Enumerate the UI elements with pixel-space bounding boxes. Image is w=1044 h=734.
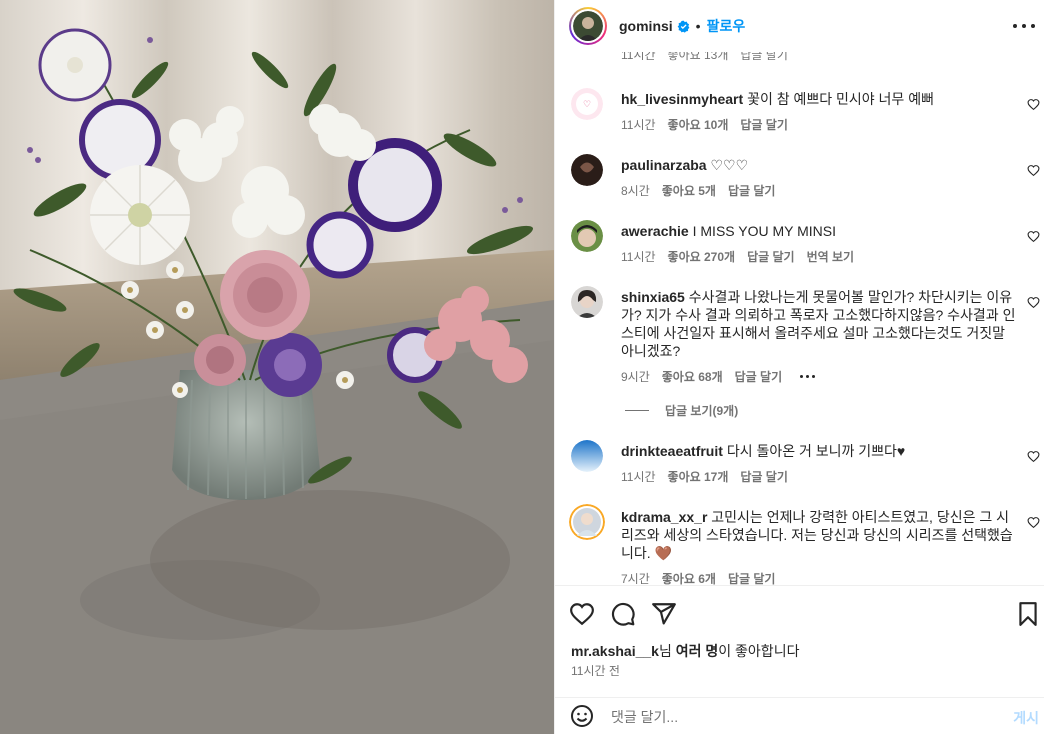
comment-meta: 8시간 좋아요 5개 답글 달기: [621, 182, 775, 199]
heart-icon[interactable]: [1027, 516, 1040, 529]
commenter-avatar[interactable]: [571, 440, 603, 472]
header-separator: •: [695, 18, 701, 34]
emoji-icon[interactable]: [570, 704, 594, 728]
follow-button[interactable]: 팔로우: [707, 16, 746, 36]
comment-text: shinxia65 수사결과 나왔나는게 못물어볼 말인가? 차단시키는 이유가…: [621, 289, 1016, 359]
likes-summary: mr.akshai__k님 여러 명이 좋아합니다: [571, 643, 800, 659]
cut-off-comment-meta: 11시간 좋아요 13개 답글 달기: [621, 52, 788, 62]
comment-likes[interactable]: 좋아요 5개: [662, 182, 716, 199]
reply-button[interactable]: 답글 달기: [735, 368, 783, 385]
comment-bubble-icon[interactable]: [610, 601, 636, 627]
heart-icon[interactable]: [1027, 450, 1040, 463]
author-avatar[interactable]: [569, 7, 607, 45]
comment-meta: 11시간 좋아요 17개 답글 달기: [621, 468, 788, 485]
add-comment-bar: 게시: [555, 697, 1044, 734]
post-photo[interactable]: [0, 0, 554, 734]
comment-likes[interactable]: 좋아요 10개: [668, 116, 729, 133]
reply-button[interactable]: 답글 달기: [728, 182, 776, 199]
liked-by-others[interactable]: 여러 명: [676, 643, 719, 659]
heart-icon[interactable]: [1027, 98, 1040, 111]
reply-button[interactable]: 답글 달기: [728, 570, 776, 585]
comments-list[interactable]: 11시간 좋아요 13개 답글 달기 ♡ hk_livesinmyheart 꽃…: [555, 52, 1044, 585]
comment-text: hk_livesinmyheart 꽃이 참 예쁘다 민시야 너무 예뻐: [621, 91, 934, 107]
heart-icon[interactable]: [1027, 164, 1040, 177]
comment-time: 11시간: [621, 250, 656, 264]
verified-badge-icon: [677, 20, 690, 33]
more-options-icon[interactable]: [1013, 16, 1035, 36]
commenter-username[interactable]: hk_livesinmyheart: [621, 91, 743, 107]
comment-time: 11시간: [621, 470, 656, 484]
reply-button[interactable]: 답글 달기: [747, 248, 795, 265]
like-heart-icon[interactable]: [569, 601, 595, 627]
comment-text: kdrama_xx_r 고민시는 언제나 강력한 아티스트였고, 당신은 그 시…: [621, 509, 1013, 561]
replies-divider: [625, 410, 649, 411]
heart-icon[interactable]: [1027, 230, 1040, 243]
liker-username[interactable]: mr.akshai__k: [571, 643, 659, 659]
commenter-avatar[interactable]: ♡: [571, 88, 603, 120]
svg-text:♡: ♡: [583, 99, 591, 109]
comment-meta: 9시간 좋아요 68개 답글 달기: [621, 368, 816, 385]
comment-text: paulinarzaba ♡♡♡: [621, 157, 749, 173]
share-send-icon[interactable]: [651, 601, 677, 627]
comment-meta: 11시간 좋아요 270개 답글 달기 번역 보기: [621, 248, 854, 265]
commenter-username[interactable]: shinxia65: [621, 289, 685, 305]
post-header: gominsi • 팔로우: [555, 0, 1044, 52]
comment-likes[interactable]: 좋아요 6개: [662, 570, 716, 585]
reply-button[interactable]: 답글 달기: [740, 116, 788, 133]
heart-icon[interactable]: [1027, 296, 1040, 309]
comment-likes[interactable]: 좋아요 270개: [668, 248, 736, 265]
comment-meta: 11시간 좋아요 10개 답글 달기: [621, 116, 788, 133]
view-replies-button[interactable]: 답글 보기(9개): [625, 402, 738, 419]
commenter-username[interactable]: kdrama_xx_r: [621, 509, 707, 525]
comment-text: drinkteaeatfruit 다시 돌아온 거 보니까 기쁘다♥: [621, 443, 906, 459]
commenter-avatar[interactable]: [571, 154, 603, 186]
comment-time: 9시간: [621, 370, 650, 384]
bookmark-icon[interactable]: [1015, 601, 1041, 627]
post-detail-panel: gominsi • 팔로우 11시간 좋아요 13개 답글 달기 ♡ hk_li…: [554, 0, 1044, 734]
comment-likes[interactable]: 좋아요 17개: [668, 468, 729, 485]
reply-button[interactable]: 답글 달기: [740, 468, 788, 485]
comment-time: 11시간: [621, 118, 656, 132]
commenter-username[interactable]: awerachie: [621, 223, 689, 239]
post-actions-bar: [555, 585, 1044, 640]
commenter-avatar[interactable]: [571, 286, 603, 318]
comment-text: awerachie I MISS YOU MY MINSI: [621, 223, 837, 239]
comment-input[interactable]: [611, 706, 991, 728]
author-username[interactable]: gominsi: [619, 18, 673, 34]
commenter-avatar[interactable]: [569, 504, 605, 540]
comment-time: 7시간: [621, 572, 650, 585]
translate-button[interactable]: 번역 보기: [807, 248, 855, 265]
comment-likes[interactable]: 좋아요 68개: [662, 368, 723, 385]
author-avatar-image: [573, 11, 603, 41]
commenter-avatar[interactable]: [571, 220, 603, 252]
comment-options-icon[interactable]: [800, 375, 816, 378]
comment-time: 8시간: [621, 184, 650, 198]
flower-bouquet-image: [0, 0, 554, 734]
comment-meta: 7시간 좋아요 6개 답글 달기: [621, 570, 775, 585]
commenter-username[interactable]: drinkteaeatfruit: [621, 443, 723, 459]
post-comment-button[interactable]: 게시: [1013, 708, 1039, 728]
commenter-username[interactable]: paulinarzaba: [621, 157, 707, 173]
post-timestamp: 11시간 전: [571, 664, 620, 678]
